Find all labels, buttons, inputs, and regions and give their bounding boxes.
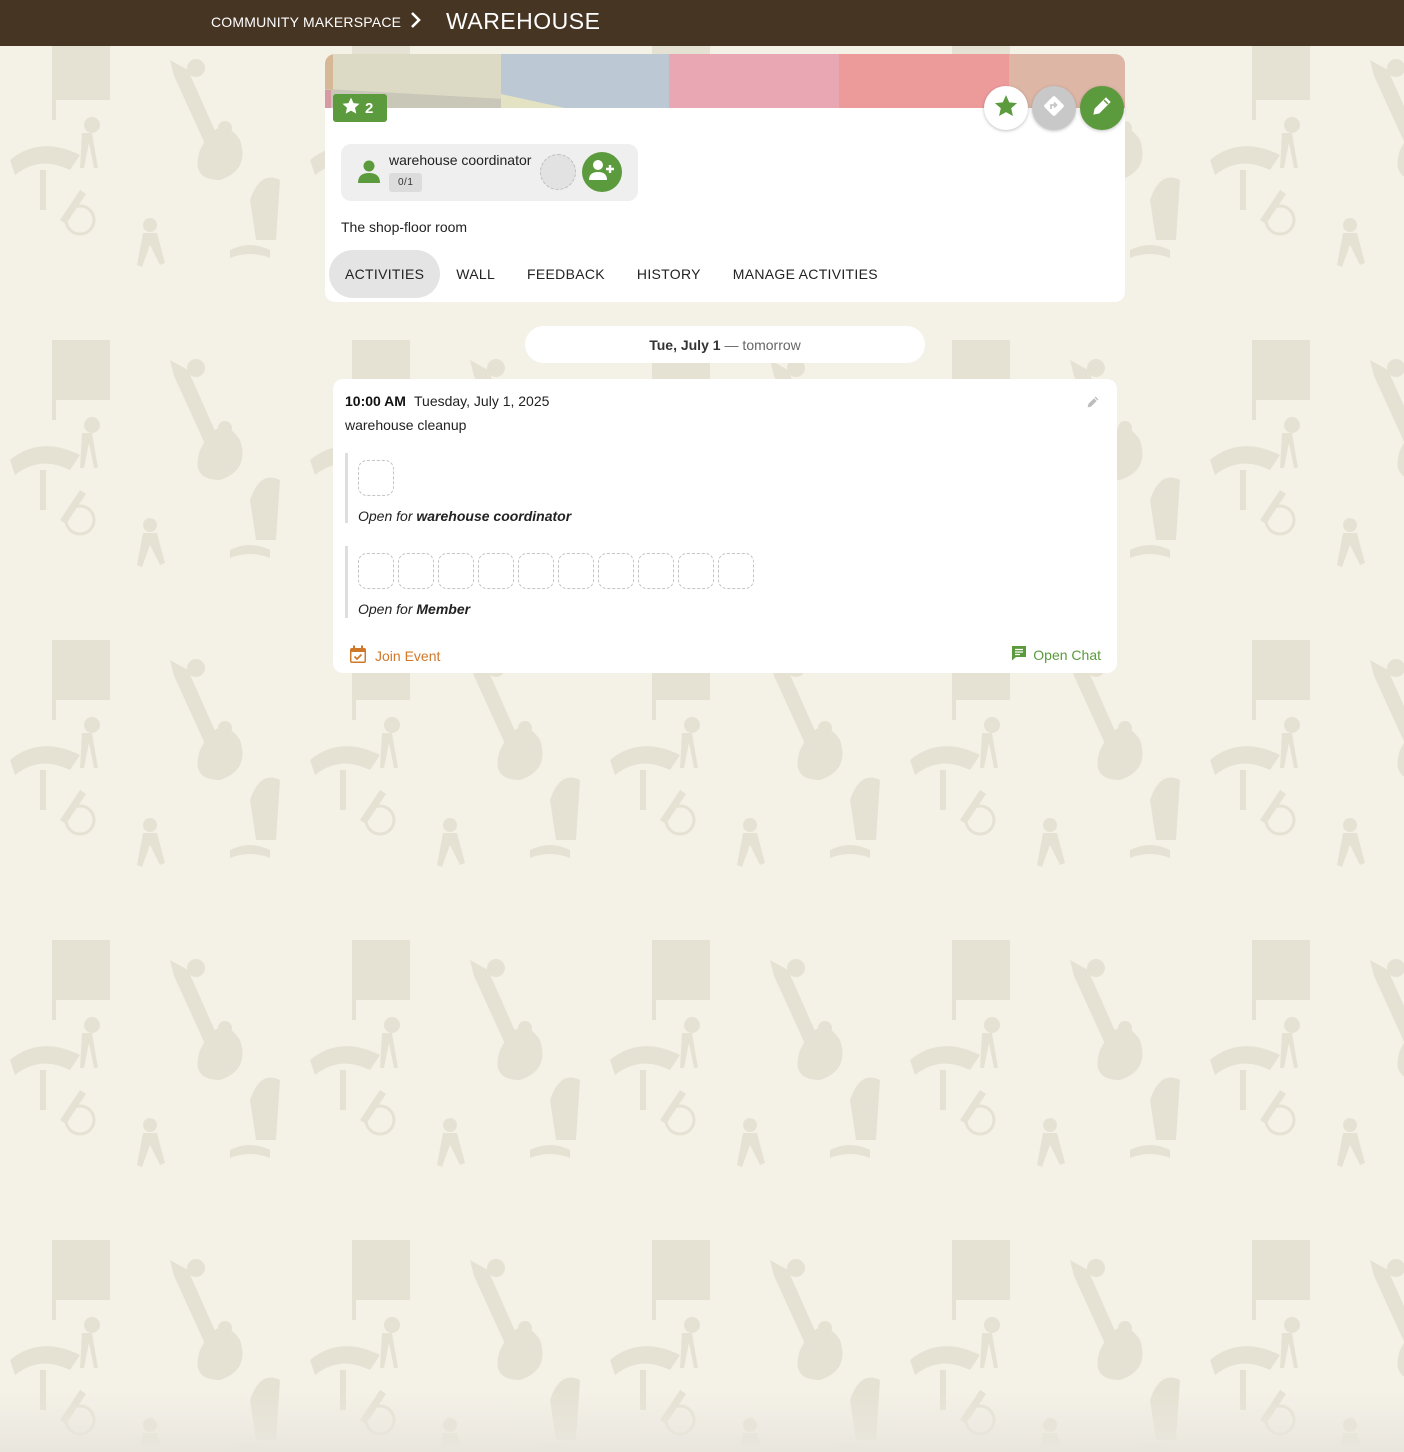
date-divider: Tue, July 1 — tomorrow — [525, 326, 925, 363]
empty-slot[interactable] — [398, 553, 434, 589]
empty-slot[interactable] — [358, 460, 394, 496]
event-card: 10:00 AM Tuesday, July 1, 2025 warehouse… — [333, 379, 1117, 673]
join-event-label: Join Event — [375, 648, 441, 664]
star-icon — [993, 93, 1019, 124]
star-count-badge: 2 — [333, 94, 387, 122]
tab-feedback[interactable]: FEEDBACK — [511, 250, 621, 298]
open-for-label: Open for warehouse coordinator — [358, 508, 572, 524]
date-label: Tue, July 1 — [649, 336, 721, 353]
chat-icon — [1011, 645, 1027, 664]
empty-slot[interactable] — [598, 553, 634, 589]
edit-event-button[interactable] — [1085, 394, 1101, 415]
tab-activities[interactable]: ACTIVITIES — [329, 250, 441, 298]
star-icon — [341, 96, 361, 120]
empty-slot[interactable] — [558, 553, 594, 589]
background-fade — [0, 1392, 1404, 1452]
pencil-icon — [1090, 94, 1114, 123]
role-group-coordinator: Open for warehouse coordinator — [345, 453, 572, 524]
breadcrumb-parent-link[interactable]: COMMUNITY MAKERSPACE — [211, 14, 401, 30]
empty-slot[interactable] — [478, 553, 514, 589]
event-time: 10:00 AM — [345, 393, 406, 409]
top-bar: COMMUNITY MAKERSPACE WAREHOUSE — [0, 0, 1404, 46]
open-chat-label: Open Chat — [1033, 646, 1101, 663]
person-icon — [358, 159, 380, 188]
date-relative: — tomorrow — [724, 336, 801, 353]
role-group-member: Open for Member — [345, 546, 754, 618]
chevron-right-icon — [408, 10, 424, 30]
role-count: 0/1 — [389, 173, 423, 192]
room-description: The shop-floor room — [341, 219, 468, 235]
room-tabs: ACTIVITIES WALL FEEDBACK HISTORY MANAGE … — [329, 250, 894, 298]
empty-slot[interactable] — [518, 553, 554, 589]
page-title: WAREHOUSE — [446, 8, 601, 34]
tab-manage-activities[interactable]: MANAGE ACTIVITIES — [717, 250, 894, 298]
add-person-icon — [589, 159, 615, 186]
open-chat-button[interactable]: Open Chat — [1011, 645, 1101, 664]
join-event-button[interactable]: Join Event — [349, 645, 440, 667]
tab-history[interactable]: HISTORY — [621, 250, 717, 298]
empty-slot[interactable] — [678, 553, 714, 589]
empty-slot[interactable] — [718, 553, 754, 589]
empty-member-slot[interactable] — [540, 154, 576, 190]
event-date: Tuesday, July 1, 2025 — [414, 393, 550, 409]
tab-wall[interactable]: WALL — [440, 250, 511, 298]
pencil-icon — [1085, 396, 1101, 414]
add-member-button[interactable] — [582, 152, 622, 192]
room-header-card: 2 warehouse coordinator 0/1 The shop-flo… — [325, 54, 1125, 302]
empty-slot[interactable] — [358, 553, 394, 589]
event-title: warehouse cleanup — [345, 417, 467, 433]
open-for-label: Open for Member — [358, 601, 471, 617]
directions-icon — [1042, 94, 1066, 123]
empty-slot[interactable] — [438, 553, 474, 589]
star-count: 2 — [365, 99, 374, 117]
calendar-check-icon — [349, 645, 367, 667]
directions-button[interactable] — [1032, 86, 1076, 130]
edit-room-button[interactable] — [1080, 86, 1124, 130]
role-name: warehouse coordinator — [389, 152, 532, 168]
favorite-button[interactable] — [984, 86, 1028, 130]
empty-slot[interactable] — [638, 553, 674, 589]
role-card: warehouse coordinator 0/1 — [341, 144, 638, 201]
